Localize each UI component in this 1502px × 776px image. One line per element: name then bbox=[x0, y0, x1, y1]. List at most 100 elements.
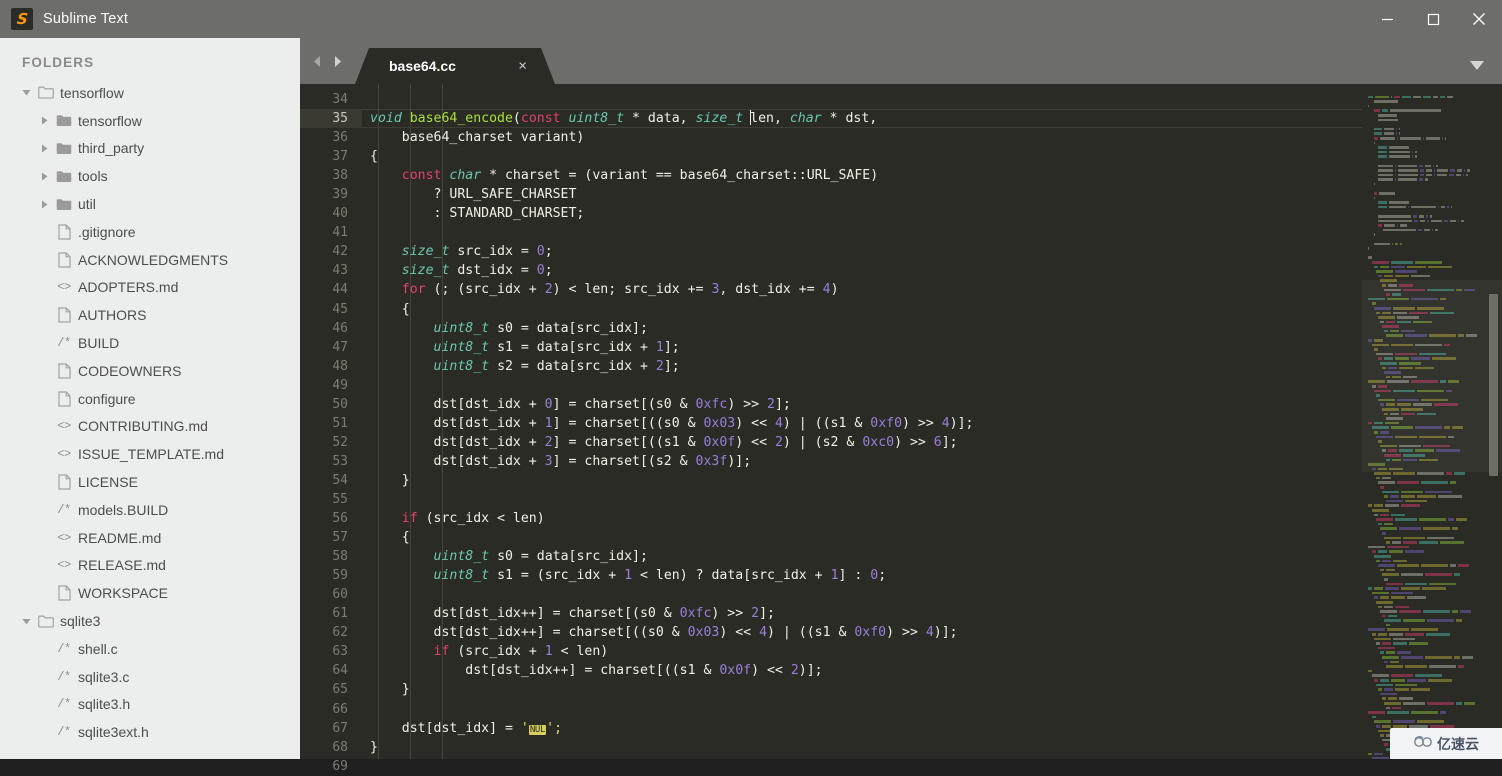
code-line[interactable] bbox=[362, 585, 1362, 604]
chevron-right-icon[interactable] bbox=[36, 200, 52, 209]
sidebar-item-configure[interactable]: configure bbox=[0, 385, 300, 413]
sidebar-item-sqlite3[interactable]: sqlite3 bbox=[0, 607, 300, 635]
minimap-token bbox=[1380, 279, 1397, 282]
code-token: 2 bbox=[767, 396, 775, 412]
code-line[interactable]: uint8_t s1 = data[src_idx + 1]; bbox=[362, 338, 1362, 357]
code-line[interactable]: const char * charset = (variant == base6… bbox=[362, 166, 1362, 185]
close-button[interactable] bbox=[1456, 0, 1502, 38]
code-line[interactable]: if (src_idx < len) bbox=[362, 509, 1362, 528]
code-line[interactable] bbox=[362, 376, 1362, 395]
code-line[interactable]: dst[dst_idx + 3] = charset[(s2 & 0x3f)]; bbox=[362, 452, 1362, 471]
arrow-right-icon[interactable] bbox=[330, 54, 345, 69]
code-line[interactable]: dst[dst_idx + 0] = charset[(s0 & 0xfc) >… bbox=[362, 395, 1362, 414]
minimap-token bbox=[1414, 155, 1418, 158]
minimap-token bbox=[1387, 628, 1409, 632]
code-line[interactable]: dst[dst_idx + 1] = charset[((s0 & 0x03) … bbox=[362, 414, 1362, 433]
minimap-token bbox=[1427, 701, 1454, 705]
code-line[interactable]: uint8_t s0 = data[src_idx]; bbox=[362, 319, 1362, 338]
code-line[interactable]: uint8_t s1 = (src_idx + 1 < len) ? data[… bbox=[362, 566, 1362, 585]
code-line[interactable]: uint8_t s2 = data[src_idx + 2]; bbox=[362, 357, 1362, 376]
sidebar-item-tensorflow[interactable]: tensorflow bbox=[0, 107, 300, 135]
code-line[interactable]: void base64_encode(const uint8_t * data,… bbox=[362, 109, 1362, 128]
code-line[interactable]: dst[dst_idx] = 'NUL'; bbox=[362, 719, 1362, 738]
sidebar-item-release-md[interactable]: <> RELEASE.md bbox=[0, 552, 300, 580]
code-line[interactable]: { bbox=[362, 147, 1362, 166]
sidebar-item-tools[interactable]: tools bbox=[0, 162, 300, 190]
code-line[interactable]: size_t src_idx = 0; bbox=[362, 242, 1362, 261]
sidebar-item-license[interactable]: LICENSE bbox=[0, 468, 300, 496]
minimap-token bbox=[1378, 150, 1387, 154]
code-line[interactable]: base64_charset variant) bbox=[362, 128, 1362, 147]
sidebar-item-tensorflow[interactable]: tensorflow bbox=[0, 79, 300, 107]
minimap-token bbox=[1456, 288, 1462, 292]
markup-file-icon: <> bbox=[57, 447, 71, 462]
sidebar-item-label: .gitignore bbox=[78, 223, 136, 240]
minimap-token bbox=[1388, 697, 1397, 700]
sidebar-item-util[interactable]: util bbox=[0, 190, 300, 218]
minimap-token bbox=[1409, 311, 1428, 315]
minimap-token bbox=[1392, 375, 1401, 379]
chevron-right-icon[interactable] bbox=[36, 116, 52, 125]
sidebar-item-codeowners[interactable]: CODEOWNERS bbox=[0, 357, 300, 385]
minimap-token bbox=[1450, 481, 1456, 485]
code-line[interactable]: } bbox=[362, 680, 1362, 699]
sidebar-item-adopters-md[interactable]: <> ADOPTERS.md bbox=[0, 274, 300, 302]
code-line[interactable]: dst[dst_idx++] = charset[(s0 & 0xfc) >> … bbox=[362, 604, 1362, 623]
sidebar-item-authors[interactable]: AUTHORS bbox=[0, 301, 300, 329]
code-line[interactable] bbox=[362, 223, 1362, 242]
code-token: void bbox=[370, 111, 410, 127]
minimap-token bbox=[1454, 573, 1460, 576]
sidebar-item-gitignore[interactable]: .gitignore bbox=[0, 218, 300, 246]
line-number: 49 bbox=[332, 377, 348, 393]
code-token: 2 bbox=[544, 434, 553, 450]
minimap-token bbox=[1407, 205, 1409, 209]
code-line[interactable]: for (; (src_idx + 2) < len; src_idx += 3… bbox=[362, 280, 1362, 299]
source-file-icon: /* bbox=[57, 725, 71, 740]
editor-scrollbar-thumb[interactable] bbox=[1489, 294, 1498, 476]
chevron-down-icon[interactable] bbox=[18, 88, 34, 97]
sidebar-item-workspace[interactable]: WORKSPACE bbox=[0, 579, 300, 607]
code-line[interactable]: dst[dst_idx++] = charset[((s0 & 0x03) <<… bbox=[362, 623, 1362, 642]
code-line[interactable]: : STANDARD_CHARSET; bbox=[362, 204, 1362, 223]
sidebar-item-contributing-md[interactable]: <> CONTRIBUTING.md bbox=[0, 413, 300, 441]
code-editor[interactable]: void base64_encode(const uint8_t * data,… bbox=[362, 84, 1362, 759]
chevron-right-icon[interactable] bbox=[36, 144, 52, 153]
code-line[interactable]: } bbox=[362, 471, 1362, 490]
sidebar-item-third-party[interactable]: third_party bbox=[0, 135, 300, 163]
code-line[interactable]: { bbox=[362, 528, 1362, 547]
sidebar-item-readme-md[interactable]: <> README.md bbox=[0, 524, 300, 552]
sidebar-item-build[interactable]: /* BUILD bbox=[0, 329, 300, 357]
maximize-button[interactable] bbox=[1410, 0, 1456, 38]
minimap-token bbox=[1438, 495, 1462, 498]
sidebar-item-shell-c[interactable]: /* shell.c bbox=[0, 635, 300, 663]
sidebar-item-models-build[interactable]: /* models.BUILD bbox=[0, 496, 300, 524]
sidebar-item-sqlite3ext-h[interactable]: /* sqlite3ext.h bbox=[0, 718, 300, 746]
chevron-down-icon[interactable] bbox=[1468, 58, 1486, 76]
minimize-button[interactable] bbox=[1364, 0, 1410, 38]
minimap-token bbox=[1386, 334, 1403, 338]
code-line[interactable]: dst[dst_idx++] = charset[((s1 & 0x0f) <<… bbox=[362, 661, 1362, 680]
code-line[interactable]: { bbox=[362, 300, 1362, 319]
chevron-down-icon[interactable] bbox=[18, 617, 34, 626]
code-line[interactable] bbox=[362, 90, 1362, 109]
tab-base64-cc[interactable]: base64.cc × bbox=[355, 48, 555, 84]
sidebar-item-sqlite3-c[interactable]: /* sqlite3.c bbox=[0, 663, 300, 691]
minimap[interactable] bbox=[1362, 84, 1502, 759]
code-line[interactable]: if (src_idx + 1 < len) bbox=[362, 642, 1362, 661]
code-line[interactable] bbox=[362, 490, 1362, 509]
arrow-left-icon[interactable] bbox=[310, 54, 325, 69]
code-line[interactable]: ? URL_SAFE_CHARSET bbox=[362, 185, 1362, 204]
tab-close-icon[interactable]: × bbox=[518, 59, 527, 74]
code-line[interactable]: dst[dst_idx + 2] = charset[((s1 & 0x0f) … bbox=[362, 433, 1362, 452]
sidebar-item-sqlite3-h[interactable]: /* sqlite3.h bbox=[0, 691, 300, 719]
code-line[interactable]: } bbox=[362, 738, 1362, 757]
code-line[interactable]: uint8_t s0 = data[src_idx]; bbox=[362, 547, 1362, 566]
code-line[interactable] bbox=[362, 700, 1362, 719]
minimap-token bbox=[1417, 389, 1444, 393]
sidebar-item-issue-template-md[interactable]: <> ISSUE_TEMPLATE.md bbox=[0, 440, 300, 468]
code-line[interactable]: size_t dst_idx = 0; bbox=[362, 261, 1362, 280]
chevron-right-icon[interactable] bbox=[36, 172, 52, 181]
minimap-token bbox=[1450, 205, 1452, 209]
sidebar-item-acknowledgments[interactable]: ACKNOWLEDGMENTS bbox=[0, 246, 300, 274]
